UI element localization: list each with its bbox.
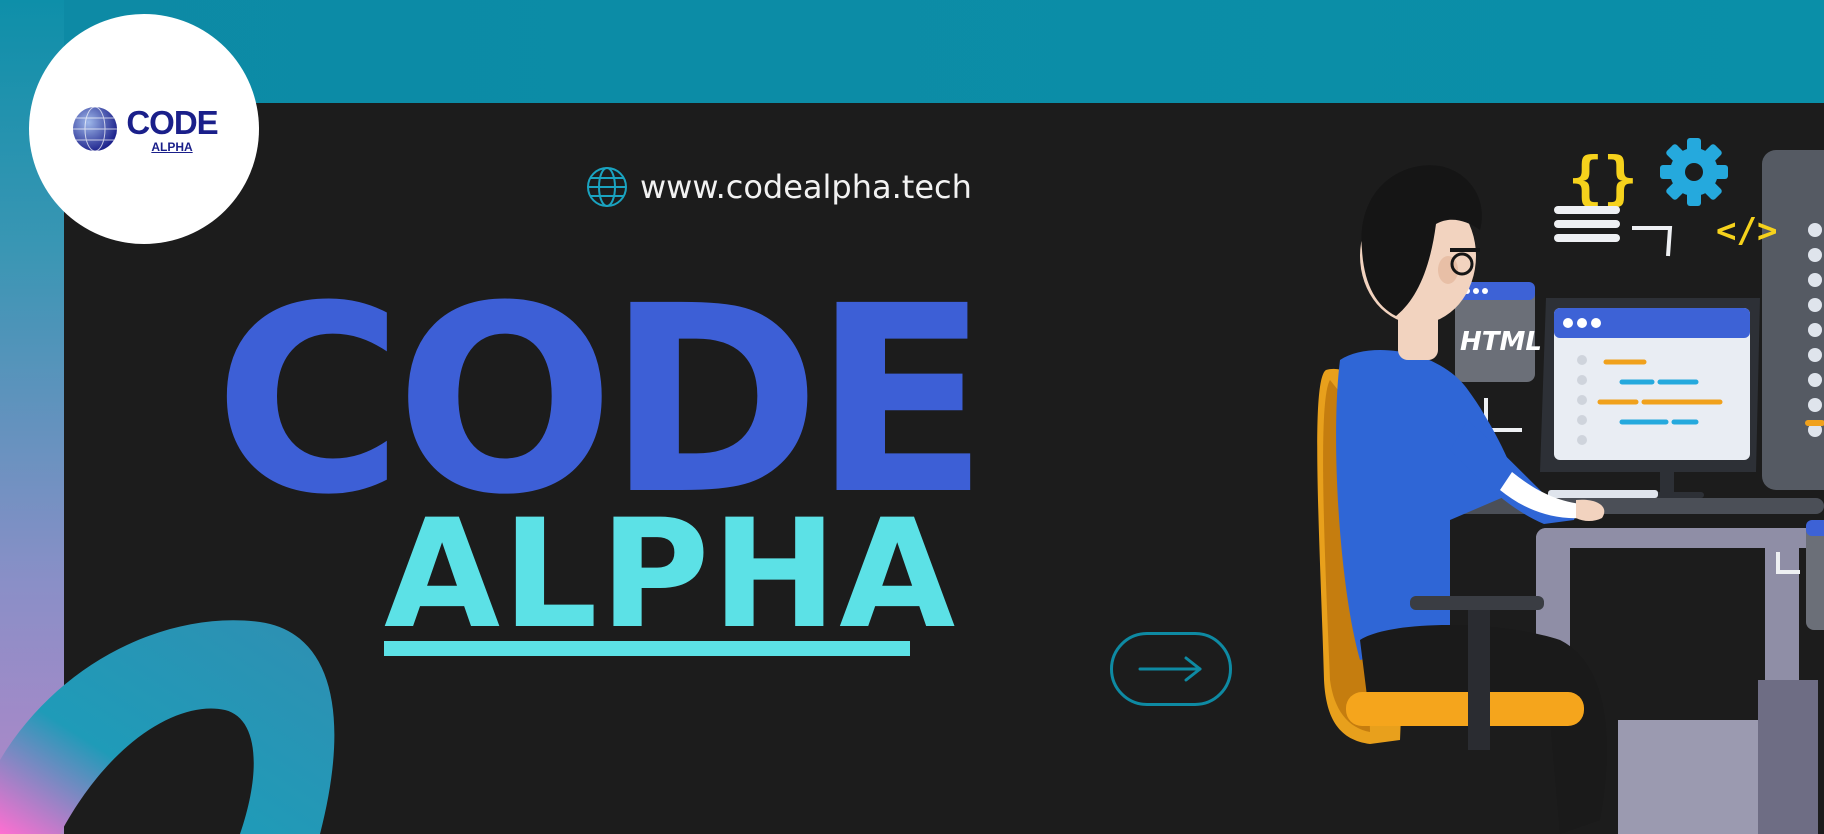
developer-illustration: {} </> HTML — [1317, 138, 1824, 834]
logo-alpha-text: ALPHA — [151, 139, 193, 154]
svg-text:{}: {} — [1568, 144, 1638, 212]
logo[interactable]: CODE ALPHA — [29, 14, 259, 244]
arrow-right-icon — [1138, 656, 1202, 682]
website-url: www.codealpha.tech — [640, 168, 972, 206]
gear-icon — [1660, 138, 1728, 206]
svg-text:</>: </> — [1716, 211, 1777, 251]
website-link[interactable]: www.codealpha.tech — [586, 166, 972, 208]
decorative-blob — [0, 620, 335, 834]
logo-globe-icon — [73, 106, 118, 152]
code-tag-icon: </> — [1716, 211, 1777, 251]
next-arrow-button[interactable] — [1110, 632, 1232, 706]
html-tag-text: HTML — [1460, 327, 1542, 357]
headline-alpha: ALPHA — [384, 488, 958, 662]
logo-code-text: CODE — [126, 103, 218, 141]
curly-braces-icon: {} — [1568, 144, 1638, 212]
top-band — [0, 0, 1824, 103]
globe-icon — [587, 167, 627, 207]
headline-underline — [384, 641, 910, 656]
